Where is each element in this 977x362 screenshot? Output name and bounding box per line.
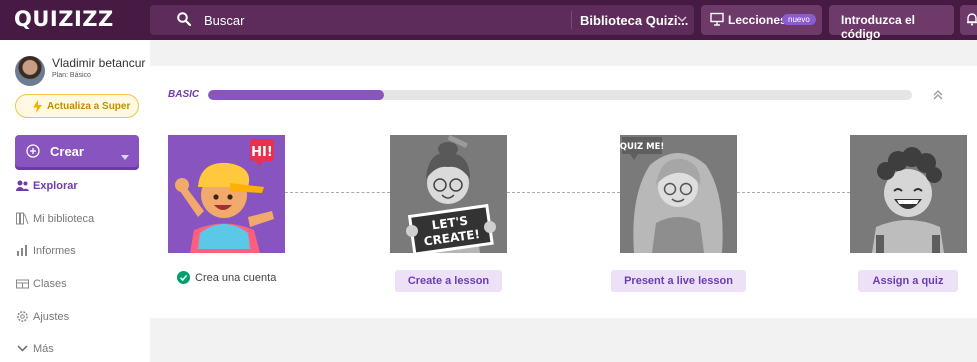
quiz-me-sticker-text: QUIZ ME! (620, 142, 664, 152)
presentation-icon (710, 12, 724, 29)
check-circle-icon (177, 271, 190, 287)
sidebar-item-label: Mi biblioteca (33, 213, 95, 225)
enter-code-label: Introduzca el código (841, 13, 916, 41)
main-background-bottom (150, 318, 977, 362)
step-create-account-label: Crea una cuenta (195, 272, 277, 284)
bell-icon (966, 12, 977, 29)
collapse-icon[interactable] (932, 88, 944, 106)
search-bar[interactable]: Buscar Biblioteca Quizi... (150, 5, 694, 35)
step-assign-quiz-illustration (850, 135, 967, 253)
gear-icon (16, 310, 29, 326)
caret-down-icon (121, 148, 129, 163)
user-plan: Plan: Básico (52, 72, 91, 79)
new-badge: nuevo (782, 14, 816, 25)
upgrade-label: Actualiza a Super (47, 101, 131, 112)
sidebar-item-label: Informes (33, 245, 76, 257)
lessons-button[interactable]: Lecciones nuevo (701, 5, 822, 35)
sidebar-item-label: Más (33, 343, 54, 355)
search-input[interactable]: Buscar (204, 13, 244, 28)
sidebar-item-label: Explorar (33, 180, 78, 192)
plus-circle-icon (26, 144, 40, 161)
user-name[interactable]: Vladimir betancur (52, 56, 145, 70)
library-selector[interactable]: Biblioteca Quizi... (580, 13, 688, 28)
progress-fill (208, 90, 384, 100)
upgrade-button[interactable]: Actualiza a Super (15, 94, 139, 118)
main-background-top (150, 40, 977, 66)
sidebar: Vladimir betancur Plan: Básico Actualiza… (0, 40, 150, 362)
library-icon (16, 212, 29, 228)
present-live-lesson-button[interactable]: Present a live lesson (611, 270, 746, 292)
classes-icon (16, 277, 29, 293)
assign-quiz-button[interactable]: Assign a quiz (858, 270, 958, 292)
create-label: Crear (50, 144, 84, 159)
step-connector (507, 192, 620, 193)
onboarding-progress-bar (208, 90, 912, 100)
step-connector (737, 192, 850, 193)
step-connector (285, 192, 390, 193)
create-lesson-button[interactable]: Create a lesson (395, 270, 502, 292)
create-button[interactable]: Crear (15, 135, 139, 167)
sidebar-item-label: Clases (33, 278, 67, 290)
lightning-icon (33, 100, 42, 116)
explore-icon (16, 179, 29, 195)
quizizz-logo[interactable]: QUIZIZZ (14, 7, 114, 31)
top-bar: QUIZIZZ Buscar Biblioteca Quizi... Lecci… (0, 0, 977, 41)
search-icon (177, 12, 192, 31)
avatar[interactable] (15, 56, 45, 86)
lessons-label: Lecciones (728, 13, 787, 27)
enter-code-button[interactable]: Introduzca el código (829, 5, 954, 41)
chevron-down-icon (16, 342, 29, 358)
notifications-button[interactable] (960, 5, 977, 35)
step-present-lesson-illustration: QUIZ ME! (620, 135, 737, 253)
step-create-account-illustration: HI! (168, 135, 285, 253)
level-label: BASIC (168, 89, 200, 100)
search-divider (571, 11, 572, 29)
reports-icon (16, 244, 29, 260)
chevron-down-icon[interactable] (676, 12, 688, 31)
onboarding-card: BASIC HI! Crea una cuenta LET'S CREATE! … (150, 66, 977, 318)
hi-sticker-text: HI! (251, 145, 273, 160)
step-create-lesson-illustration: LET'S CREATE! (390, 135, 507, 253)
sidebar-item-label: Ajustes (33, 311, 70, 323)
